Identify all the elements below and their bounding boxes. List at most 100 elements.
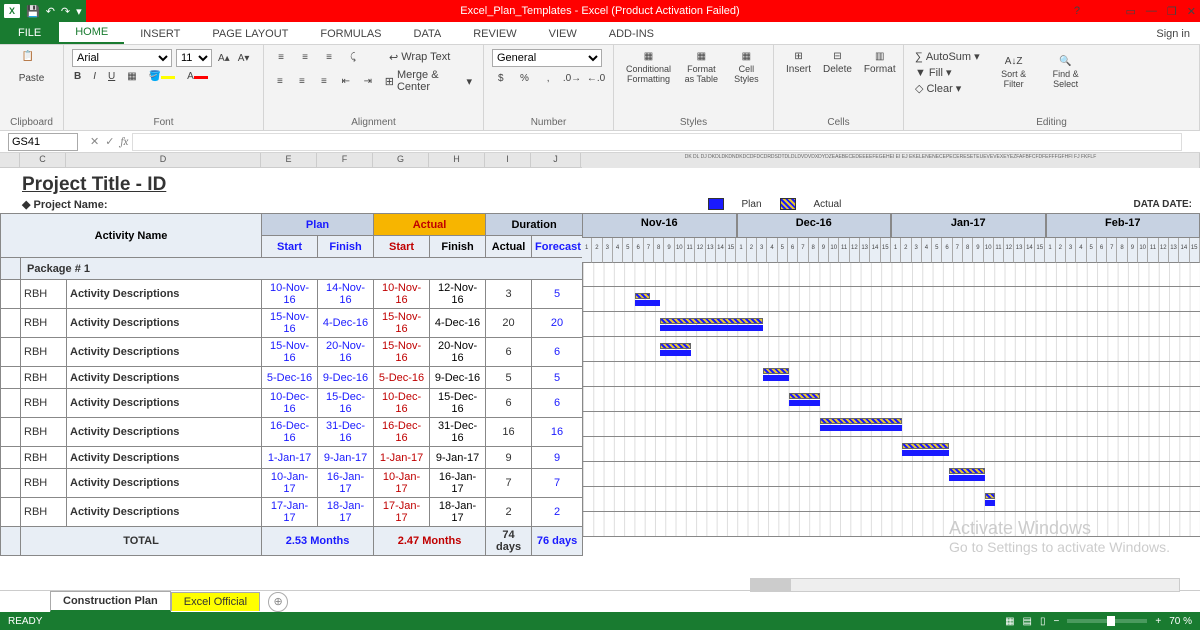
orientation-icon[interactable]: ⤹ xyxy=(344,49,362,65)
insert-cells-button[interactable]: ⊞Insert xyxy=(782,49,815,77)
indent-dec-icon[interactable]: ⇤ xyxy=(338,73,354,89)
gantt-row xyxy=(582,312,1200,337)
border-button[interactable]: ▦ xyxy=(125,70,138,83)
group-cells-label: Cells xyxy=(782,115,895,128)
group-font-label: Font xyxy=(72,115,255,128)
fill-button[interactable]: ▼ Fill ▾ xyxy=(912,65,983,80)
activity-row[interactable]: RBH Activity Descriptions 15-Nov-164-Dec… xyxy=(1,309,583,338)
format-as-table-button[interactable]: ▦Format as Table xyxy=(679,49,724,86)
sheet-tab-construction-plan[interactable]: Construction Plan xyxy=(50,591,171,612)
align-right-icon[interactable]: ≡ xyxy=(316,73,332,89)
fx-icon[interactable]: fx xyxy=(120,135,128,148)
gantt-row xyxy=(582,287,1200,312)
add-sheet-button[interactable]: ⊕ xyxy=(268,592,288,612)
activity-table[interactable]: Activity Name Plan Actual Duration Start… xyxy=(0,213,583,556)
project-title[interactable]: Project Title - ID xyxy=(0,168,1200,195)
clear-button[interactable]: ◇ Clear ▾ xyxy=(912,81,983,96)
gantt-days: 1234567891011121314151234567891011121314… xyxy=(582,238,1200,263)
sheet-tab-excel-official[interactable]: Excel Official xyxy=(171,592,260,611)
gantt-row xyxy=(582,362,1200,387)
tab-home[interactable]: HOME xyxy=(59,22,124,44)
zoom-slider[interactable] xyxy=(1067,619,1147,623)
delete-cells-button[interactable]: ⊟Delete xyxy=(819,49,856,77)
bar-plan xyxy=(949,475,985,481)
tab-data[interactable]: DATA xyxy=(398,24,458,44)
find-select-button[interactable]: 🔍Find & Select xyxy=(1045,54,1087,91)
tab-view[interactable]: VIEW xyxy=(533,24,593,44)
inc-decimal-icon[interactable]: .0→ xyxy=(563,70,581,86)
dec-decimal-icon[interactable]: ←.0 xyxy=(587,70,605,86)
legend-actual-swatch xyxy=(780,198,796,210)
activity-row[interactable]: RBH Activity Descriptions 10-Dec-1615-De… xyxy=(1,389,583,418)
ribbon-options-icon[interactable]: ▭ xyxy=(1126,5,1136,18)
align-center-icon[interactable]: ≡ xyxy=(294,73,310,89)
font-size-select[interactable]: 11 xyxy=(176,49,212,67)
zoom-out-button[interactable]: − xyxy=(1054,616,1060,627)
activity-row[interactable]: RBH Activity Descriptions 5-Dec-169-Dec-… xyxy=(1,367,583,389)
worksheet[interactable]: Project Title - ID ◆ Project Name: Plan … xyxy=(0,168,1200,605)
tab-addins[interactable]: ADD-INS xyxy=(593,24,670,44)
format-cells-button[interactable]: ▥Format xyxy=(860,49,900,77)
undo-icon[interactable]: ↶ xyxy=(46,5,55,18)
tab-formulas[interactable]: FORMULAS xyxy=(304,24,397,44)
activity-row[interactable]: RBH Activity Descriptions 17-Jan-1718-Ja… xyxy=(1,498,583,527)
tab-file[interactable]: FILE xyxy=(0,21,59,44)
font-color-button[interactable]: A xyxy=(185,70,210,83)
decrease-font-icon[interactable]: A▾ xyxy=(236,52,252,65)
conditional-formatting-button[interactable]: ▦Conditional Formatting xyxy=(622,49,675,86)
indent-inc-icon[interactable]: ⇥ xyxy=(360,73,376,89)
increase-font-icon[interactable]: A▴ xyxy=(216,52,232,65)
column-headers[interactable]: C D E F G H I J DK DL DJ DKDLDKDNDKDCDFD… xyxy=(0,153,1200,168)
bar-actual xyxy=(789,393,820,399)
tab-review[interactable]: REVIEW xyxy=(457,24,532,44)
minimize-icon[interactable]: — xyxy=(1146,5,1157,18)
redo-icon[interactable]: ↷ xyxy=(61,5,70,18)
name-box[interactable] xyxy=(8,133,78,151)
help-icon[interactable]: ? xyxy=(1074,5,1080,17)
percent-icon[interactable]: % xyxy=(516,70,534,86)
align-bottom-icon[interactable]: ≡ xyxy=(320,49,338,65)
activity-row[interactable]: RBH Activity Descriptions 15-Nov-1620-No… xyxy=(1,338,583,367)
scroll-thumb[interactable] xyxy=(751,579,791,591)
view-pagebreak-icon[interactable]: ▯ xyxy=(1040,616,1046,627)
align-left-icon[interactable]: ≡ xyxy=(272,73,288,89)
horizontal-scrollbar[interactable] xyxy=(750,578,1180,592)
fill-color-button[interactable]: 🪣 xyxy=(147,70,177,83)
align-middle-icon[interactable]: ≡ xyxy=(296,49,314,65)
zoom-level[interactable]: 70 % xyxy=(1169,616,1192,627)
cell-styles-button[interactable]: ▦Cell Styles xyxy=(728,49,765,86)
italic-button[interactable]: I xyxy=(91,70,98,83)
paste-button[interactable]: 📋 Paste xyxy=(8,49,55,86)
formula-input[interactable] xyxy=(132,133,1182,151)
tab-pagelayout[interactable]: PAGE LAYOUT xyxy=(196,24,304,44)
activity-row[interactable]: RBH Activity Descriptions 16-Dec-1631-De… xyxy=(1,418,583,447)
save-icon[interactable]: 💾 xyxy=(26,5,40,18)
autosum-button[interactable]: ∑ AutoSum ▾ xyxy=(912,49,983,64)
underline-button[interactable]: U xyxy=(106,70,117,83)
zoom-in-button[interactable]: + xyxy=(1155,616,1161,627)
restore-icon[interactable]: ❐ xyxy=(1167,5,1177,18)
activity-row[interactable]: RBH Activity Descriptions 10-Jan-1716-Ja… xyxy=(1,469,583,498)
activity-row[interactable]: RBH Activity Descriptions 1-Jan-179-Jan-… xyxy=(1,447,583,469)
font-name-select[interactable]: Arial xyxy=(72,49,172,67)
insert-icon: ⊞ xyxy=(794,51,802,62)
enter-formula-icon[interactable]: ✓ xyxy=(105,135,114,148)
package-row[interactable]: Package # 1 xyxy=(1,258,583,280)
view-layout-icon[interactable]: ▤ xyxy=(1023,616,1032,627)
tab-insert[interactable]: INSERT xyxy=(124,24,196,44)
merge-center-button[interactable]: ⊞Merge & Center ▾ xyxy=(382,68,475,94)
cancel-formula-icon[interactable]: ✕ xyxy=(90,135,99,148)
align-top-icon[interactable]: ≡ xyxy=(272,49,290,65)
view-normal-icon[interactable]: ▦ xyxy=(1005,616,1014,627)
group-styles-label: Styles xyxy=(622,115,765,128)
qat-dropdown-icon[interactable]: ▾ xyxy=(76,5,82,18)
comma-icon[interactable]: , xyxy=(539,70,557,86)
sign-in-link[interactable]: Sign in xyxy=(1146,24,1200,44)
number-format-select[interactable]: General xyxy=(492,49,602,67)
wrap-text-button[interactable]: ↩Wrap Text xyxy=(386,50,453,65)
close-icon[interactable]: ✕ xyxy=(1187,5,1196,18)
currency-icon[interactable]: $ xyxy=(492,70,510,86)
activity-row[interactable]: RBH Activity Descriptions 10-Nov-1614-No… xyxy=(1,280,583,309)
bold-button[interactable]: B xyxy=(72,70,83,83)
sort-filter-button[interactable]: A↓ZSort & Filter xyxy=(993,54,1035,91)
